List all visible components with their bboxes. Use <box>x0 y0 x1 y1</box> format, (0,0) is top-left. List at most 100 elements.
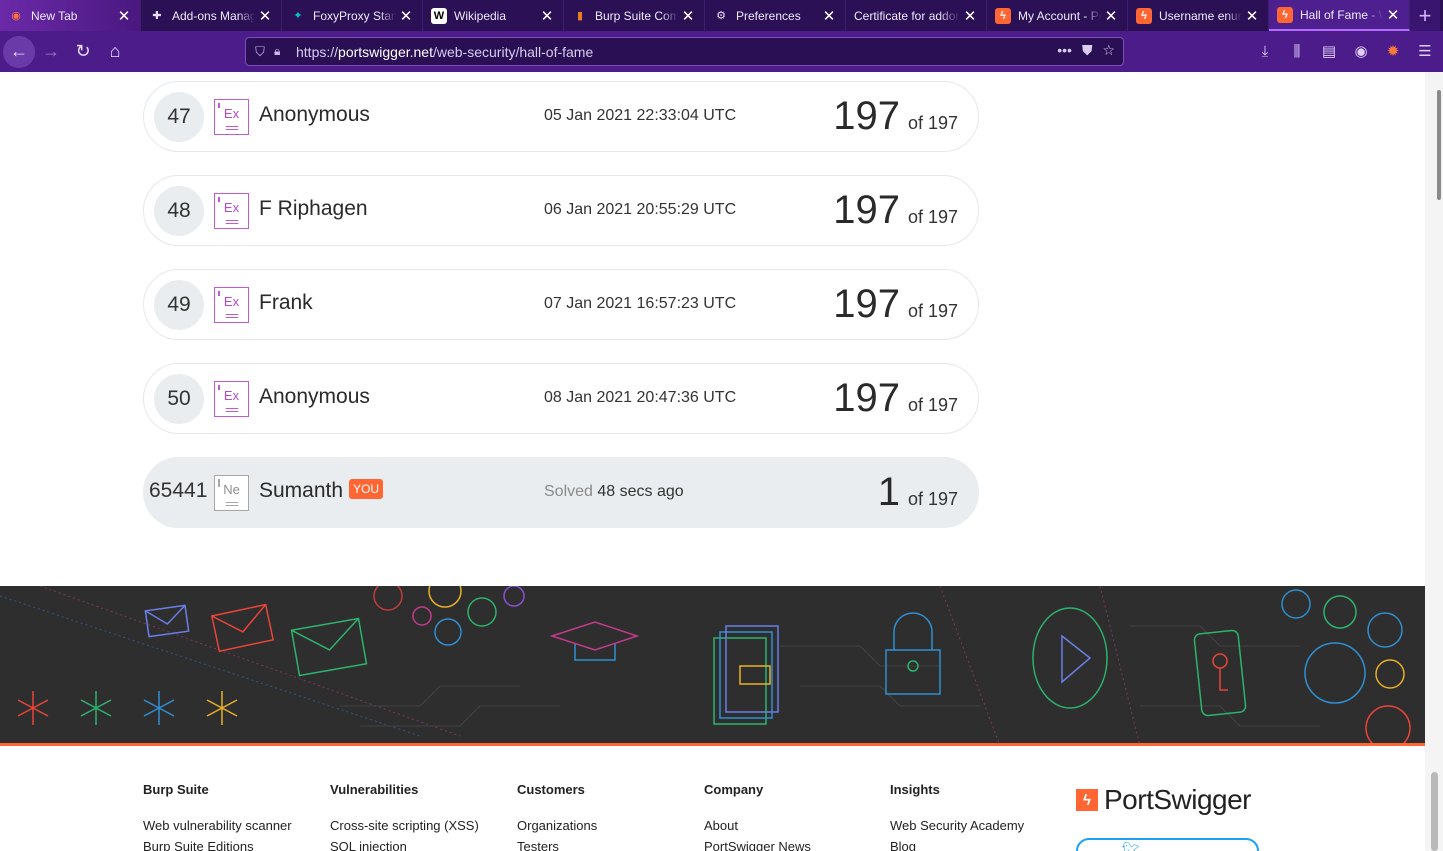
browser-tab[interactable]: ϟ My Account - PortSwigger✕ <box>987 0 1128 31</box>
close-tab-icon[interactable]: ✕ <box>819 7 839 25</box>
browser-tab[interactable]: ✦ FoxyProxy Standard✕ <box>282 0 423 31</box>
footer-column: Insights Web Security Academy Blog <box>890 782 1024 851</box>
wikipedia-icon: W <box>431 7 447 24</box>
leaderboard-row: 47 Ex Anonymous 05 Jan 2021 22:33:04 UTC 197… <box>143 81 979 152</box>
close-tab-icon[interactable]: ✕ <box>396 7 416 25</box>
footer-link[interactable]: About <box>704 818 811 833</box>
close-tab-icon[interactable]: ✕ <box>678 7 698 25</box>
menu-icon[interactable]: ☰ <box>1413 37 1437 65</box>
footer-link[interactable]: Burp Suite Editions <box>143 839 292 851</box>
scrollbar-thumb-secondary[interactable] <box>1431 772 1438 851</box>
puzzle-icon: ✚ <box>152 10 162 22</box>
player-score: 197 of 197 <box>833 282 958 326</box>
close-tab-icon[interactable]: ✕ <box>960 7 980 25</box>
close-tab-icon[interactable]: ✕ <box>1383 6 1403 24</box>
pocket-icon[interactable]: ⛊ <box>1082 42 1093 59</box>
close-tab-icon[interactable]: ✕ <box>537 7 557 25</box>
browser-tab[interactable]: ◉ New Tab ✕ <box>0 0 141 31</box>
arrow-left-icon: ← <box>10 41 28 61</box>
burp-icon: ▮ <box>576 10 584 22</box>
portswigger-logo[interactable]: ϟ PortSwigger <box>1076 784 1252 816</box>
forward-button[interactable]: → <box>35 36 67 68</box>
foxyproxy-icon: ✦ <box>293 10 303 22</box>
home-button[interactable]: ⌂ <box>99 36 131 68</box>
footer-link[interactable]: Testers <box>517 839 597 851</box>
footer-heading: Insights <box>890 782 940 797</box>
leaderboard-row: 50 Ex Anonymous 08 Jan 2021 20:47:36 UTC 197… <box>143 363 979 434</box>
reload-button[interactable]: ↻ <box>67 36 99 68</box>
footer-heading: Vulnerabilities <box>330 782 419 797</box>
downloads-icon[interactable]: ⤓ <box>1253 37 1277 65</box>
reload-icon: ↻ <box>75 41 91 61</box>
arrow-right-icon: → <box>42 41 60 61</box>
lock-icon[interactable]: 🔒︎ <box>274 44 292 59</box>
footer-heading: Customers <box>517 782 585 797</box>
player-score: 197 of 197 <box>833 188 958 232</box>
rank-number: 49 <box>154 280 204 330</box>
close-tab-icon[interactable]: ✕ <box>114 7 134 25</box>
browser-tab[interactable]: W Wikipedia ✕ <box>423 0 564 31</box>
bookmark-star-icon[interactable]: ☆ <box>1102 42 1115 59</box>
tab-title: Hall of Fame - Web Security <box>1300 7 1383 22</box>
footer-link[interactable]: Web Security Academy <box>890 818 1024 833</box>
browser-tab[interactable]: ⚙ Preferences ✕ <box>705 0 846 31</box>
footer-link[interactable]: PortSwigger News <box>704 839 811 851</box>
footer-link[interactable]: Web vulnerability scanner <box>143 818 292 833</box>
user-rank: 65441 <box>149 479 208 502</box>
url-text[interactable]: https://portswigger.net/web-security/hal… <box>296 44 593 60</box>
scrollbar-thumb[interactable] <box>1437 90 1441 200</box>
account-icon[interactable]: ◉ <box>1349 37 1373 65</box>
player-name: Anonymous <box>259 385 370 408</box>
tab-title: Certificate for addons <box>854 8 960 23</box>
footer-heading: Burp Suite <box>143 782 209 797</box>
shield-icon[interactable]: ⛉ <box>246 44 274 60</box>
player-name: F Riphagen <box>259 197 368 220</box>
tab-title: My Account - PortSwigger <box>1018 8 1101 23</box>
rank-number: 48 <box>154 186 204 236</box>
twitter-follow-button[interactable]: 🐦︎ <box>1076 838 1259 851</box>
footer-link[interactable]: Blog <box>890 839 1024 851</box>
footer-link[interactable]: Cross-site scripting (XSS) <box>330 818 479 833</box>
footer-link[interactable]: Organizations <box>517 818 597 833</box>
new-tab-button[interactable]: + <box>1410 0 1440 31</box>
footer-heading: Company <box>704 782 764 797</box>
page-content: 47 Ex Anonymous 05 Jan 2021 22:33:04 UTC 197… <box>0 72 1425 851</box>
tab-title: Burp Suite Community <box>595 8 678 23</box>
browser-tab[interactable]: ✚ Add-ons Manager✕ <box>141 0 282 31</box>
address-bar[interactable]: ⛉ 🔒︎ https://portswigger.net/web-securit… <box>245 37 1124 66</box>
tab-strip: ◉New Tab✕✚Add-ons Manager✕✦FoxyProxy Sta… <box>0 0 1443 31</box>
solved-time: Solved 48 secs ago <box>544 483 684 500</box>
leaderboard-row: 49 Ex Frank 07 Jan 2021 16:57:23 UTC 197 of 1… <box>143 269 979 340</box>
completion-date: 07 Jan 2021 16:57:23 UTC <box>544 295 737 312</box>
twitter-icon: 🐦︎ <box>1122 841 1140 851</box>
tab-title: New Tab <box>31 8 78 23</box>
tab-title: Username enumeration <box>1159 8 1242 23</box>
gear-icon: ⚙ <box>716 10 726 22</box>
tab-title: Preferences <box>736 8 801 23</box>
close-tab-icon[interactable]: ✕ <box>255 7 275 25</box>
browser-tab[interactable]: ▮ Burp Suite Community✕ <box>564 0 705 31</box>
user-name: Sumanth YOU <box>259 479 384 503</box>
foxyproxy-extension-icon[interactable]: ✹ <box>1381 37 1405 65</box>
library-icon[interactable]: ⫼ <box>1285 37 1309 65</box>
portswigger-logo-icon: ϟ <box>1076 789 1098 811</box>
browser-tab[interactable]: ϟ Username enumeration✕ <box>1128 0 1269 31</box>
browser-tab[interactable]: ϟ Hall of Fame - Web Security✕ <box>1269 0 1410 31</box>
sidebar-icon[interactable]: ▤ <box>1317 37 1341 65</box>
current-user-row: 65441 Ne Sumanth YOU Solved 48 secs ago 1… <box>143 457 979 528</box>
expert-badge-icon: Ex <box>214 193 249 229</box>
close-tab-icon[interactable]: ✕ <box>1101 7 1121 25</box>
browser-tab[interactable]: Certificate for addons ✕ <box>846 0 987 31</box>
tab-title: Wikipedia <box>454 8 507 23</box>
page-actions-icon[interactable]: ••• <box>1057 42 1072 59</box>
expert-badge-icon: Ex <box>214 381 249 417</box>
tab-title: Add-ons Manager <box>172 8 255 23</box>
footer-column: Company About PortSwigger News <box>704 782 811 851</box>
expert-badge-icon: Ex <box>214 287 249 323</box>
back-button[interactable]: ← <box>3 35 35 68</box>
portswigger-icon: ϟ <box>1136 7 1152 24</box>
close-tab-icon[interactable]: ✕ <box>1242 7 1262 25</box>
footer-link[interactable]: SQL injection <box>330 839 479 851</box>
firefox-icon: ◉ <box>11 10 21 22</box>
player-name: Frank <box>259 291 313 314</box>
